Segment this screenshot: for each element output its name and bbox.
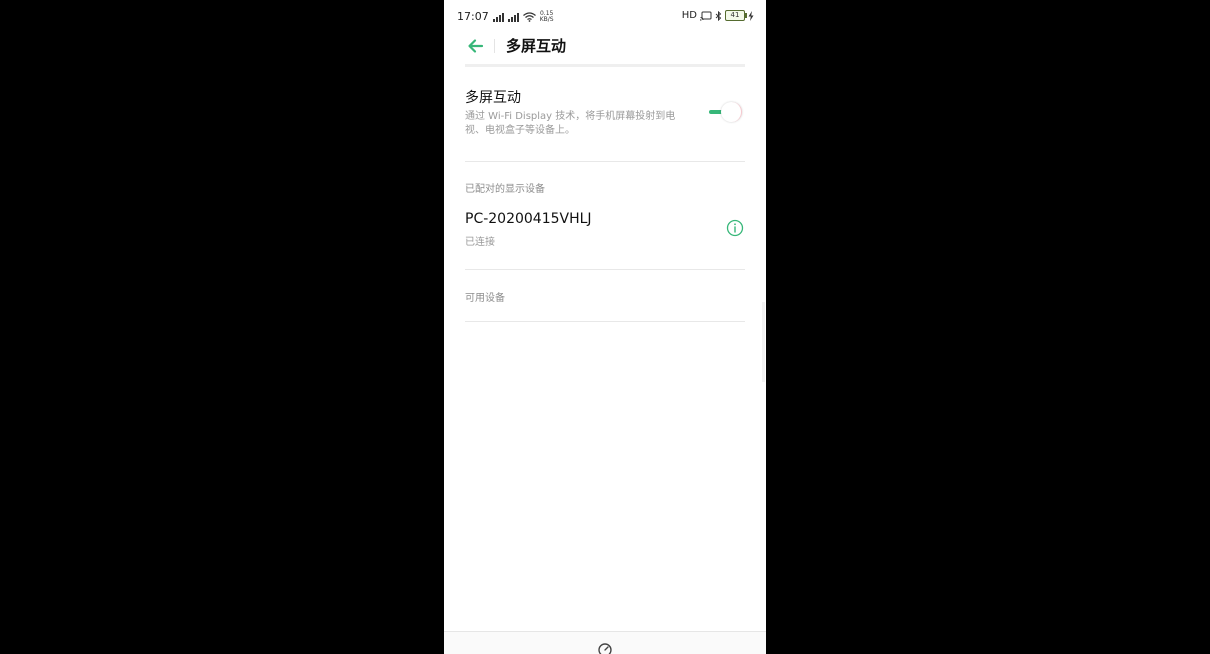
app-bar: 多屏互动 bbox=[444, 30, 766, 64]
side-edge-hint bbox=[762, 302, 765, 382]
network-speed-unit: KB/S bbox=[539, 15, 554, 23]
battery-level: 41 bbox=[730, 11, 740, 19]
device-name: PC-20200415VHLJ bbox=[465, 211, 592, 227]
app-bar-divider bbox=[494, 39, 495, 53]
feature-title: 多屏互动 bbox=[465, 90, 521, 106]
network-speed: 0.15 KB/S bbox=[539, 10, 554, 23]
signal-sim1-icon bbox=[492, 12, 504, 22]
toggle-knob bbox=[721, 102, 742, 122]
multi-screen-toggle-row[interactable]: 多屏互动 通过 Wi-Fi Display 技术，将手机屏幕投射到电视、电视盒子… bbox=[465, 84, 745, 162]
device-status: 已连接 bbox=[465, 237, 495, 248]
wifi-icon bbox=[522, 11, 536, 22]
status-bar-right: HD 41 bbox=[682, 10, 754, 21]
paired-device-row[interactable]: PC-20200415VHLJ 已连接 bbox=[465, 208, 745, 264]
page-title: 多屏互动 bbox=[506, 37, 567, 55]
charging-icon bbox=[748, 10, 754, 21]
signal-sim2-icon bbox=[507, 12, 519, 22]
info-circle-icon[interactable] bbox=[726, 219, 744, 237]
speedometer-icon[interactable] bbox=[597, 641, 613, 654]
bluetooth-icon bbox=[715, 10, 722, 21]
multi-screen-toggle[interactable] bbox=[707, 100, 745, 124]
app-bar-separator bbox=[465, 64, 745, 67]
back-arrow-icon[interactable] bbox=[464, 34, 488, 58]
screencast-icon bbox=[700, 11, 712, 21]
divider bbox=[465, 269, 745, 270]
battery-icon: 41 bbox=[725, 10, 747, 21]
bottom-navigation-bar bbox=[444, 631, 766, 654]
status-bar: 17:07 0.15 KB/S HD 41 bbox=[444, 0, 766, 30]
paired-devices-header: 已配对的显示设备 bbox=[465, 184, 545, 195]
status-time: 17:07 bbox=[457, 10, 489, 23]
status-bar-left: 17:07 0.15 KB/S bbox=[457, 10, 554, 23]
hd-voice-label: HD bbox=[681, 10, 697, 21]
divider bbox=[465, 321, 745, 322]
available-devices-header: 可用设备 bbox=[465, 293, 505, 304]
phone-screen: 17:07 0.15 KB/S HD 41 多屏互动 多屏互动 通过 Wi-Fi… bbox=[444, 0, 766, 654]
divider bbox=[465, 161, 745, 162]
feature-description: 通过 Wi-Fi Display 技术，将手机屏幕投射到电视、电视盒子等设备上。 bbox=[465, 111, 676, 136]
